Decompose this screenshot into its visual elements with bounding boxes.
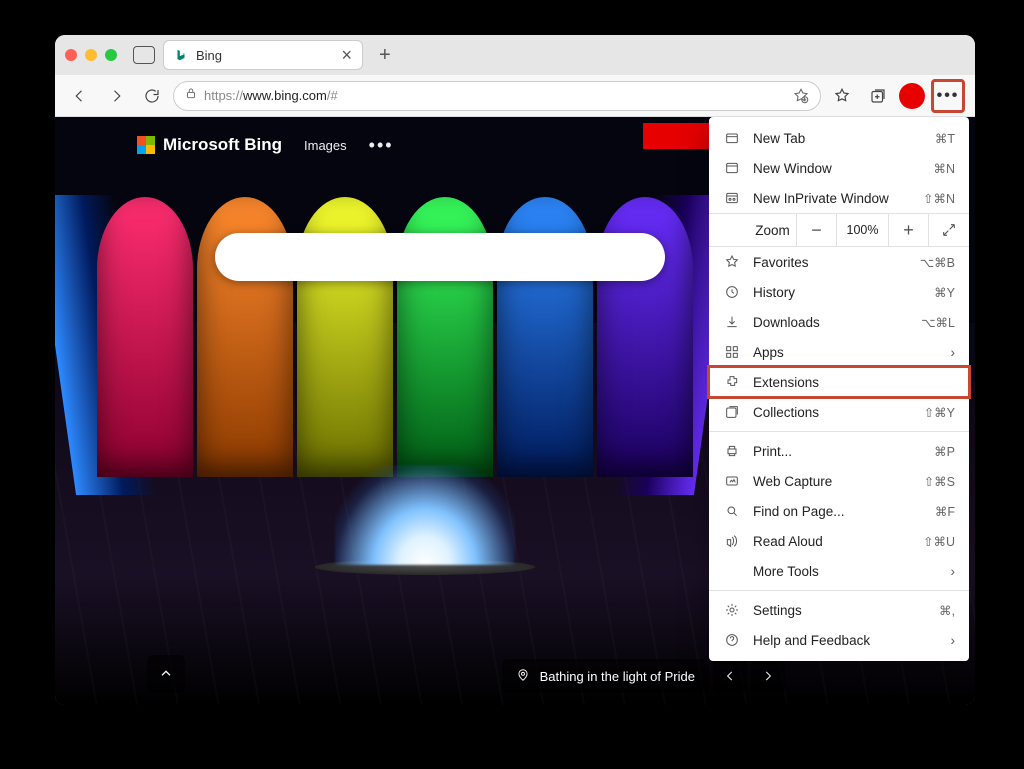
- menu-zoom-row: Zoom − 100% +: [709, 213, 969, 247]
- signin-button[interactable]: [643, 123, 713, 149]
- menu-settings[interactable]: Settings ⌘,: [709, 595, 969, 625]
- menu-favorites[interactable]: Favorites ⌥⌘B: [709, 247, 969, 277]
- minimize-window-button[interactable]: [85, 49, 97, 61]
- zoom-in-button[interactable]: +: [889, 214, 929, 246]
- bing-favicon: [174, 48, 188, 62]
- zoom-value: 100%: [837, 214, 889, 246]
- apps-icon: [723, 344, 741, 360]
- image-caption[interactable]: Bathing in the light of Pride: [502, 659, 709, 693]
- lock-icon: [184, 86, 198, 105]
- maximize-window-button[interactable]: [105, 49, 117, 61]
- profile-button[interactable]: [899, 83, 925, 109]
- menu-history[interactable]: History ⌘Y: [709, 277, 969, 307]
- search-input[interactable]: [215, 233, 665, 281]
- bing-logo[interactable]: Microsoft Bing: [137, 135, 282, 155]
- fullscreen-button[interactable]: [929, 214, 969, 246]
- bing-brand-text: Microsoft Bing: [163, 135, 282, 155]
- browser-tab[interactable]: Bing ×: [163, 40, 363, 70]
- zoom-out-button[interactable]: −: [797, 214, 837, 246]
- gear-icon: [723, 602, 741, 618]
- print-icon: [723, 443, 741, 459]
- close-window-button[interactable]: [65, 49, 77, 61]
- extension-icon: [723, 374, 741, 390]
- history-icon: [723, 284, 741, 300]
- browser-window: Bing × + https://www.bing.com/# •••: [55, 35, 975, 705]
- zoom-label: Zoom: [709, 214, 797, 246]
- collections-button[interactable]: [863, 81, 893, 111]
- menu-collections[interactable]: Collections ⇧⌘Y: [709, 397, 969, 427]
- caption-text: Bathing in the light of Pride: [540, 669, 695, 684]
- window-controls: [65, 49, 117, 61]
- tabs-overview-button[interactable]: [133, 46, 155, 64]
- refresh-button[interactable]: [137, 81, 167, 111]
- forward-button[interactable]: [101, 81, 131, 111]
- menu-help[interactable]: Help and Feedback ›: [709, 625, 969, 655]
- tab-title: Bing: [196, 48, 333, 63]
- menu-print[interactable]: Print... ⌘P: [709, 436, 969, 466]
- location-icon: [516, 668, 530, 685]
- menu-apps[interactable]: Apps ›: [709, 337, 969, 367]
- web-capture-icon: [723, 473, 741, 489]
- scroll-up-button[interactable]: [147, 655, 185, 693]
- star-icon: [723, 254, 741, 270]
- page-content: Microsoft Bing Images ••• Bathing in the…: [55, 117, 975, 705]
- address-bar[interactable]: https://www.bing.com/#: [173, 81, 821, 111]
- settings-and-more-button[interactable]: •••: [931, 79, 965, 113]
- menu-new-inprivate[interactable]: New InPrivate Window ⇧⌘N: [709, 183, 969, 213]
- favorites-button[interactable]: [827, 81, 857, 111]
- chevron-right-icon: ›: [951, 564, 956, 579]
- toolbar: https://www.bing.com/# •••: [55, 75, 975, 117]
- collections-icon: [723, 404, 741, 420]
- tab-close-button[interactable]: ×: [341, 46, 352, 64]
- app-menu: New Tab ⌘T New Window ⌘N New InPrivate W…: [709, 117, 969, 661]
- nav-images-link[interactable]: Images: [304, 138, 347, 153]
- menu-more-tools[interactable]: More Tools ›: [709, 556, 969, 586]
- nav-more-icon[interactable]: •••: [369, 135, 394, 156]
- menu-web-capture[interactable]: Web Capture ⇧⌘S: [709, 466, 969, 496]
- menu-read-aloud[interactable]: Read Aloud ⇧⌘U: [709, 526, 969, 556]
- help-icon: [723, 632, 741, 648]
- inprivate-icon: [723, 190, 741, 206]
- download-icon: [723, 314, 741, 330]
- menu-find[interactable]: Find on Page... ⌘F: [709, 496, 969, 526]
- tab-icon: [723, 130, 741, 146]
- chevron-right-icon: ›: [951, 345, 956, 360]
- find-icon: [723, 503, 741, 519]
- back-button[interactable]: [65, 81, 95, 111]
- next-image-button[interactable]: [751, 659, 785, 693]
- menu-extensions[interactable]: Extensions: [709, 367, 969, 397]
- window-icon: [723, 160, 741, 176]
- prev-image-button[interactable]: [713, 659, 747, 693]
- microsoft-logo-icon: [137, 136, 155, 154]
- menu-new-tab[interactable]: New Tab ⌘T: [709, 123, 969, 153]
- menu-new-window[interactable]: New Window ⌘N: [709, 153, 969, 183]
- add-favorite-button[interactable]: [792, 87, 810, 105]
- ellipsis-icon: •••: [937, 87, 960, 105]
- url-text: https://www.bing.com/#: [204, 88, 786, 103]
- new-tab-button[interactable]: +: [371, 44, 399, 67]
- titlebar: Bing × +: [55, 35, 975, 75]
- read-aloud-icon: [723, 533, 741, 549]
- menu-downloads[interactable]: Downloads ⌥⌘L: [709, 307, 969, 337]
- chevron-right-icon: ›: [951, 633, 956, 648]
